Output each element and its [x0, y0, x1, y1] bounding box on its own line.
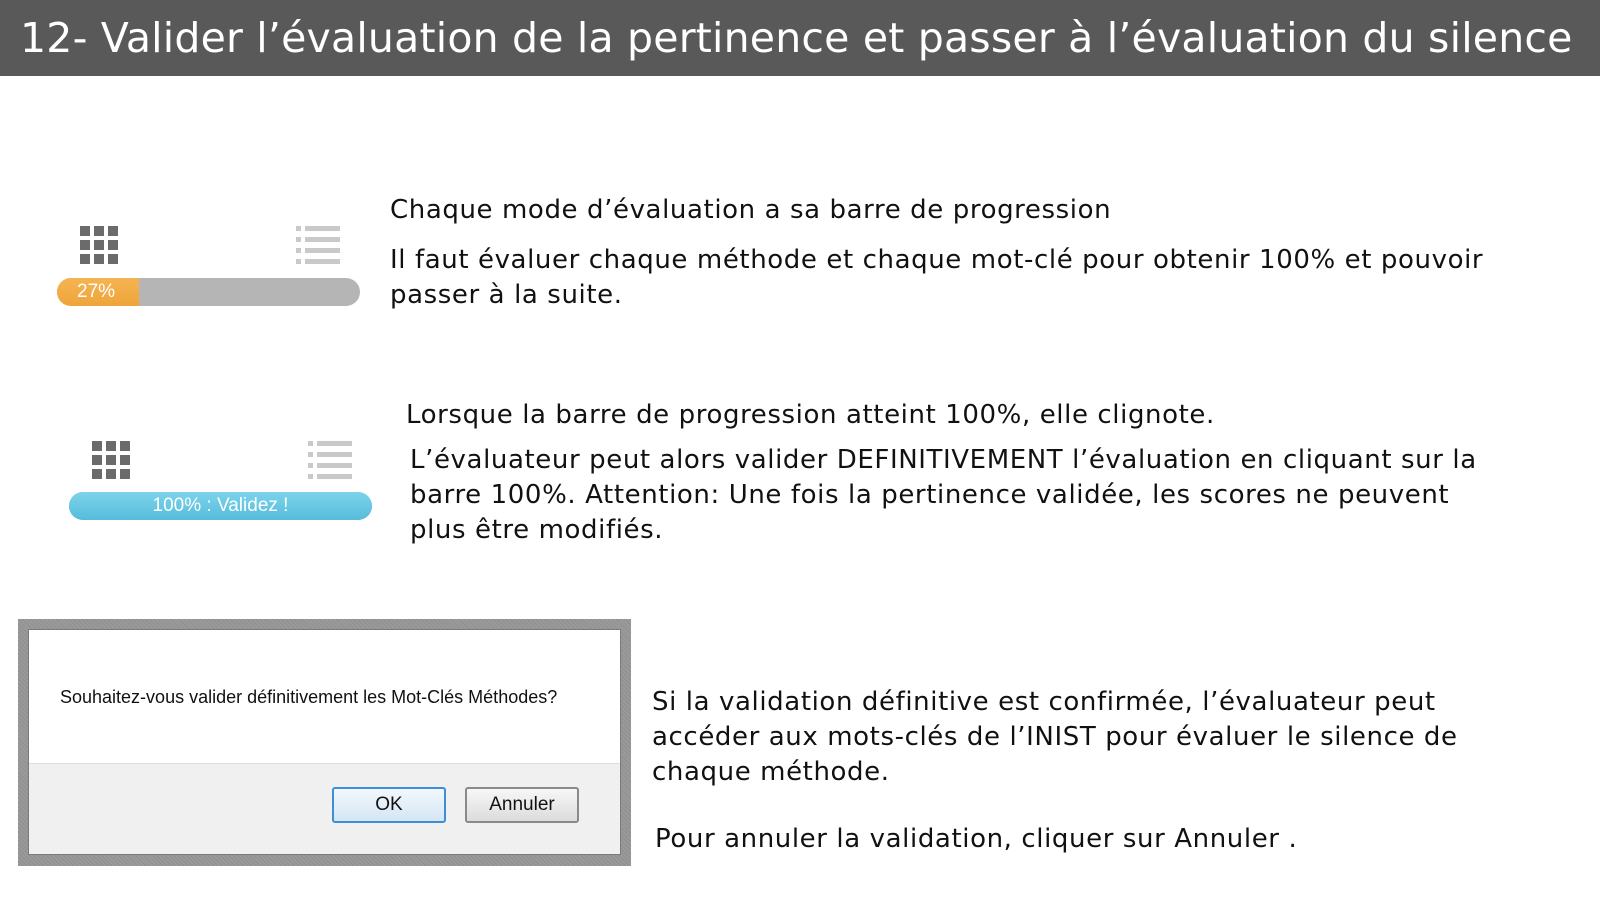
section2-line3: barre 100%. Attention: Une fois la perti…	[410, 480, 1450, 510]
section3-line4: Pour annuler la validation, cliquer sur …	[655, 824, 1298, 854]
dialog-message: Souhaitez-vous valider définitivement le…	[60, 687, 558, 707]
section1-line2: Il faut évaluer chaque méthode et chaque…	[390, 245, 1484, 275]
progress-bar-validate[interactable]: 100% : Validez !	[69, 492, 372, 520]
list-view-icon[interactable]	[308, 441, 352, 481]
section2-line2: L’évaluateur peut alors valider DEFINITI…	[410, 445, 1477, 475]
cancel-button[interactable]: Annuler	[465, 787, 579, 823]
section3-line1: Si la validation définitive est confirmé…	[652, 687, 1436, 717]
grid-view-icon[interactable]	[92, 441, 130, 479]
progress-bar-27: 27%	[57, 278, 360, 306]
page-title: 12- Valider l’évaluation de la pertinenc…	[0, 0, 1600, 76]
list-view-icon[interactable]	[296, 226, 340, 266]
ok-button[interactable]: OK	[332, 787, 446, 823]
section1-line1: Chaque mode d’évaluation a sa barre de p…	[390, 195, 1112, 225]
section3-line3: chaque méthode.	[652, 757, 890, 787]
section2-line4: plus être modifiés.	[410, 515, 664, 545]
progress-label: 27%	[77, 281, 116, 302]
progress-validate-label: 100% : Validez !	[152, 495, 289, 516]
grid-view-icon[interactable]	[80, 226, 118, 264]
section3-line2: accéder aux mots-clés de l’INIST pour év…	[652, 722, 1458, 752]
section2-line1: Lorsque la barre de progression atteint …	[406, 400, 1215, 430]
section1-line3: passer à la suite.	[390, 280, 623, 310]
dialog-body: Souhaitez-vous valider définitivement le…	[29, 630, 620, 764]
confirm-dialog: Souhaitez-vous valider définitivement le…	[28, 629, 621, 855]
